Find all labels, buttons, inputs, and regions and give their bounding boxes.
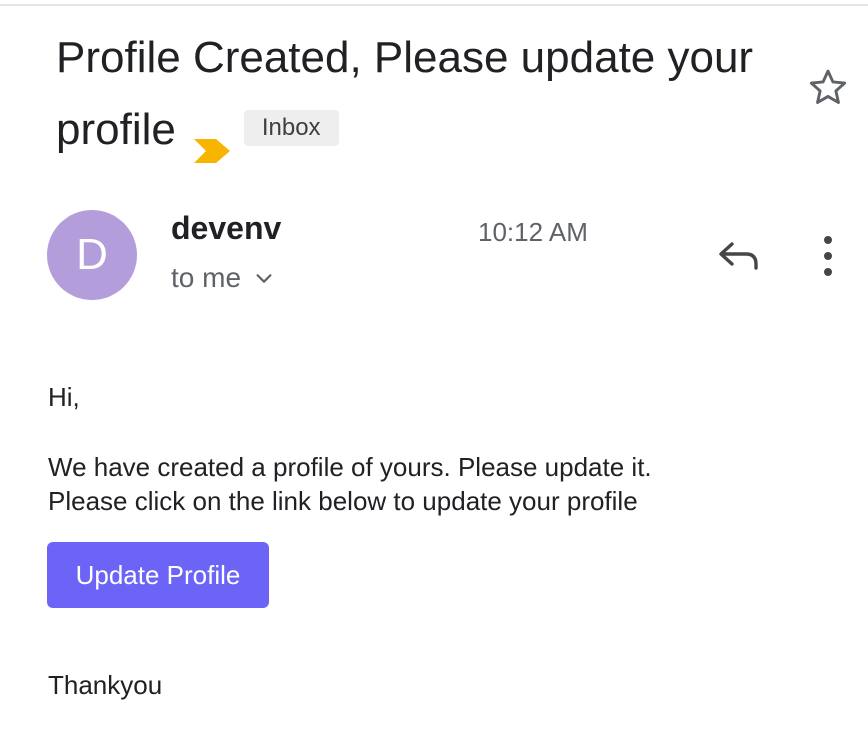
sender-avatar[interactable]: D	[47, 210, 137, 300]
inbox-label-chip[interactable]: Inbox	[243, 110, 339, 147]
star-icon[interactable]	[806, 66, 850, 110]
recipient-toggle[interactable]: to me	[171, 262, 275, 294]
sender-name: devenv	[171, 210, 282, 246]
chevron-down-icon	[256, 274, 272, 283]
email-body-line: We have created a profile of yours. Plea…	[48, 452, 652, 482]
subject-text: Profile Created, Please update your prof…	[56, 33, 754, 154]
email-view: Profile Created, Please update your prof…	[0, 0, 868, 729]
top-divider	[0, 4, 868, 6]
email-time: 10:12 AM	[478, 217, 588, 247]
email-body-line: Please click on the link below to update…	[48, 486, 638, 516]
update-profile-button[interactable]: Update Profile	[47, 542, 269, 608]
reply-icon[interactable]	[716, 236, 762, 276]
email-subject: Profile Created, Please update your prof…	[56, 22, 776, 166]
more-vert-icon[interactable]	[816, 232, 840, 280]
email-greeting: Hi,	[48, 382, 80, 412]
importance-marker-icon[interactable]	[192, 115, 232, 164]
email-signoff: Thankyou	[48, 670, 163, 700]
recipient-text: to me	[171, 262, 242, 293]
